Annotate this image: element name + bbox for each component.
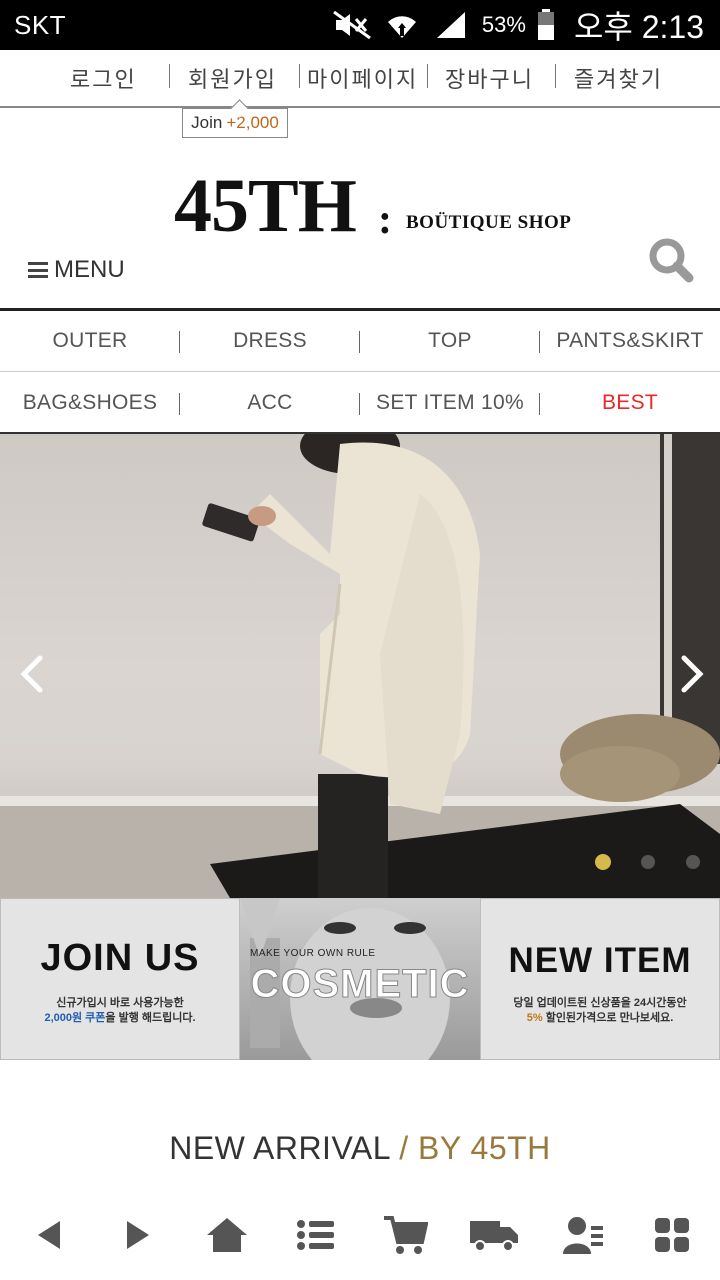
wifi-icon: [382, 8, 422, 42]
category-dress[interactable]: DRESS: [180, 311, 360, 371]
cart-icon: [383, 1216, 428, 1254]
account-icon: [562, 1217, 603, 1254]
divider: [169, 64, 170, 88]
clock: 오후 2:13: [573, 9, 704, 45]
cosmetic-tagline: MAKE YOUR OWN RULE: [250, 948, 376, 959]
section-separator: /: [389, 1130, 419, 1166]
carrier-label: SKT: [14, 10, 67, 40]
section-title: NEW ARRIVAL: [169, 1130, 390, 1166]
search-button[interactable]: [646, 236, 696, 286]
favorites-link[interactable]: 즐겨찾기: [574, 62, 663, 94]
join-us-line2-rest: 을 발행 해드립니다.: [105, 1012, 196, 1024]
hero-prev-button[interactable]: [18, 654, 48, 694]
new-item-line1: 당일 업데이트된 신상품을 24시간동안: [513, 997, 687, 1009]
logo-colon: :: [378, 197, 392, 243]
divider: [299, 64, 300, 88]
new-item-line2: 5% 할인된가격으로 만나보세요.: [481, 1009, 719, 1025]
cosmetic-title: COSMETIC: [250, 962, 470, 1007]
search-icon: [649, 238, 694, 283]
divider: [427, 64, 428, 88]
grid-icon: [654, 1218, 689, 1252]
delivery-icon: [469, 1221, 518, 1252]
category-acc[interactable]: ACC: [180, 373, 360, 433]
back-icon: [37, 1221, 60, 1249]
signal-icon: [432, 8, 472, 42]
section-heading: NEW ARRIVAL / BY 45TH: [0, 1130, 720, 1167]
forward-button[interactable]: [103, 1205, 173, 1265]
cart-button[interactable]: [370, 1205, 440, 1265]
category-pants-skirt[interactable]: PANTS&SKIRT: [540, 311, 720, 371]
join-us-title: JOIN US: [40, 937, 200, 979]
new-item-banner[interactable]: NEW ITEM 당일 업데이트된 신상품을 24시간동안 5% 할인된가격으로…: [480, 898, 720, 1060]
logo-subtitle: BOÜTIQUE SHOP: [406, 212, 572, 233]
status-bar: SKT 53% 오후 2:13: [0, 0, 720, 50]
promo-banners: JOIN US 신규가입시 바로 사용가능한 2,000원 쿠폰을 발행 해드립…: [0, 898, 720, 1060]
menu-button[interactable]: MENU: [28, 256, 125, 284]
home-icon: [206, 1218, 247, 1252]
back-button[interactable]: [14, 1205, 84, 1265]
top-links-bar: 로그인 회원가입 마이페이지 장바구니 즐겨찾기: [0, 50, 720, 108]
signup-link[interactable]: 회원가입: [188, 62, 277, 94]
bottom-toolbar: [0, 1190, 720, 1280]
hero-image: [0, 434, 720, 898]
account-button[interactable]: [548, 1205, 618, 1265]
new-item-line2-rest: 할인된가격으로 만나보세요.: [542, 1012, 674, 1024]
mypage-link[interactable]: 마이페이지: [307, 62, 418, 94]
join-us-line1: 신규가입시 바로 사용가능한: [56, 997, 184, 1009]
chevron-right-icon: [681, 655, 704, 693]
cosmetic-banner[interactable]: MAKE YOUR OWN RULE COSMETIC: [240, 898, 480, 1060]
new-item-title: NEW ITEM: [508, 941, 692, 980]
hero-slider[interactable]: [0, 434, 720, 898]
join-us-coupon: 2,000원 쿠폰: [44, 1012, 106, 1024]
join-badge-bonus: +2,000: [226, 113, 279, 132]
menu-label: MENU: [54, 256, 125, 283]
cart-link[interactable]: 장바구니: [445, 62, 534, 94]
grid-menu-button[interactable]: [637, 1205, 707, 1265]
hero-next-button[interactable]: [676, 654, 706, 694]
join-bonus-badge[interactable]: Join +2,000: [182, 108, 288, 138]
delivery-button[interactable]: [459, 1205, 529, 1265]
section-by: BY 45TH: [418, 1130, 551, 1166]
category-bag-shoes[interactable]: BAG&SHOES: [0, 373, 180, 433]
mute-icon: [332, 8, 372, 42]
hamburger-icon: [28, 262, 48, 278]
forward-icon: [126, 1221, 149, 1249]
category-best[interactable]: BEST: [540, 373, 720, 433]
category-nav: OUTER DRESS TOP PANTS&SKIRT BAG&SHOES AC…: [0, 308, 720, 434]
new-item-discount: 5%: [526, 1012, 543, 1024]
site-logo[interactable]: 45TH: [174, 168, 357, 244]
category-outer[interactable]: OUTER: [0, 311, 180, 371]
list-button[interactable]: [281, 1205, 351, 1265]
home-button[interactable]: [192, 1205, 262, 1265]
login-link[interactable]: 로그인: [70, 62, 137, 94]
battery-icon: [536, 8, 556, 42]
join-us-line2: 2,000원 쿠폰을 발행 해드립니다.: [1, 1009, 239, 1025]
site-header: 45TH : BOÜTIQUE SHOP MENU: [0, 108, 720, 308]
category-top[interactable]: TOP: [360, 311, 540, 371]
category-set-item[interactable]: SET ITEM 10%: [360, 373, 540, 433]
battery-percent: 53%: [481, 12, 526, 37]
category-row: OUTER DRESS TOP PANTS&SKIRT: [0, 311, 720, 372]
chevron-left-icon: [20, 655, 43, 693]
join-us-banner[interactable]: JOIN US 신규가입시 바로 사용가능한 2,000원 쿠폰을 발행 해드립…: [0, 898, 240, 1060]
category-row: BAG&SHOES ACC SET ITEM 10% BEST: [0, 373, 720, 434]
join-badge-label: Join: [191, 113, 223, 132]
divider: [555, 64, 556, 88]
list-icon: [296, 1220, 334, 1250]
